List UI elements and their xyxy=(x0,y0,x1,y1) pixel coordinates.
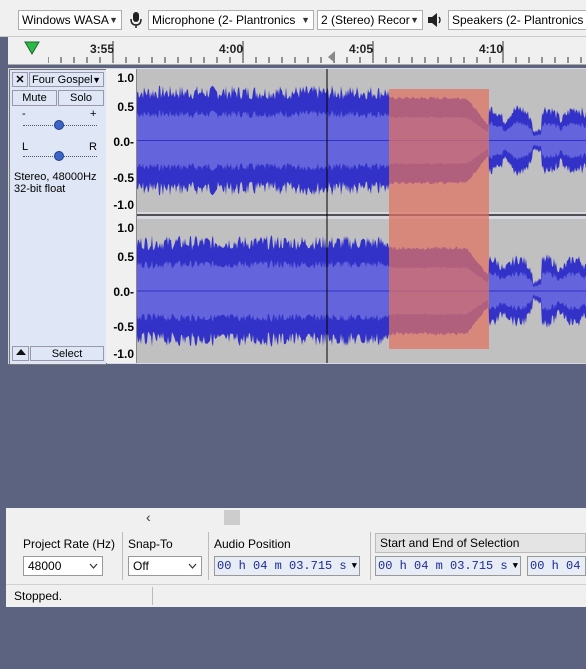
pan-right-label: R xyxy=(89,141,97,153)
scale-label: -1.0 xyxy=(113,347,134,361)
track-info-bitdepth: 32-bit float xyxy=(14,183,66,195)
scale-label: 1.0 xyxy=(117,71,134,85)
selection-start-field[interactable]: 00 h 04 m 03.715 s ▼ xyxy=(375,556,521,576)
waveform-display[interactable] xyxy=(137,69,586,363)
scale-label: 1.0 xyxy=(117,221,134,235)
chevron-down-icon: ▼ xyxy=(410,15,419,25)
snap-to-label: Snap-To xyxy=(128,537,173,551)
scale-label: -0.5 xyxy=(113,171,134,185)
audio-position-value: 00 h 04 m 03.715 s xyxy=(217,559,347,573)
scroll-left-icon[interactable]: ‹ xyxy=(146,509,151,525)
recording-device-value: Microphone (2- Plantronics xyxy=(152,13,296,27)
status-text: Stopped. xyxy=(14,589,63,603)
scale-label: 0.5 xyxy=(117,100,134,114)
scrollbar-thumb[interactable] xyxy=(224,510,240,525)
gain-minus-label: - xyxy=(22,108,26,120)
ruler-tick-label: 4:05 xyxy=(349,42,374,56)
select-track-button[interactable]: Select xyxy=(30,346,104,361)
toolbar-separator xyxy=(370,532,371,580)
snap-to-select[interactable]: Off xyxy=(128,556,202,576)
project-rate-label: Project Rate (Hz) xyxy=(23,537,116,551)
audio-position-field[interactable]: 00 h 04 m 03.715 s ▼ xyxy=(214,556,360,576)
snap-to-value: Off xyxy=(133,559,149,573)
ruler-tick-label: 4:10 xyxy=(479,42,504,56)
ruler-tick-label: 3:55 xyxy=(90,42,115,56)
recording-device-select[interactable]: Microphone (2- Plantronics ▼ xyxy=(148,10,314,30)
selection-region[interactable] xyxy=(389,89,489,349)
scale-label: 0.0- xyxy=(113,285,134,299)
triangle-up-icon xyxy=(15,349,26,355)
recording-channels-select[interactable]: 2 (Stereo) Recor ▼ xyxy=(317,10,423,30)
scale-label: -0.5 xyxy=(113,320,134,334)
mute-button[interactable]: Mute xyxy=(12,90,57,106)
track-control-panel: ✕ Four Gospel ▼ Mute Solo - + L R Stereo… xyxy=(9,69,107,365)
gain-slider-thumb[interactable] xyxy=(54,120,64,130)
cursor-marker-icon xyxy=(328,51,335,63)
speaker-icon xyxy=(428,13,441,27)
status-separator xyxy=(152,587,153,605)
timeline-ruler[interactable]: 3:55 4:00 4:05 4:10 xyxy=(8,37,586,65)
project-rate-value: 48000 xyxy=(28,559,62,573)
chevron-down-icon xyxy=(188,563,197,569)
selection-start-value: 00 h 04 m 03.715 s xyxy=(378,559,508,573)
track-info-format: Stereo, 48000Hz xyxy=(14,171,97,183)
toolbar-separator xyxy=(208,532,209,580)
chevron-down-icon: ▼ xyxy=(92,75,101,85)
audio-position-label: Audio Position xyxy=(214,537,291,551)
recording-channels-value: 2 (Stereo) Recor xyxy=(321,13,410,27)
play-head-icon[interactable] xyxy=(24,41,40,55)
toolbar-separator xyxy=(122,532,123,580)
pan-left-label: L xyxy=(22,141,29,153)
vertical-ruler: 1.0 0.5 0.0- -0.5 -1.0 1.0 0.5 0.0- -0.5… xyxy=(106,69,137,363)
chevron-down-icon: ▼ xyxy=(109,15,118,25)
horizontal-scrollbar[interactable]: ‹ xyxy=(6,508,586,528)
solo-button[interactable]: Solo xyxy=(58,90,104,106)
project-rate-select[interactable]: 48000 xyxy=(23,556,103,576)
scale-label: 0.0- xyxy=(113,135,134,149)
track-name-menu[interactable]: Four Gospel ▼ xyxy=(29,72,104,87)
audio-host-value: Windows WASA xyxy=(22,13,109,27)
selection-end-value: 00 h 04 xyxy=(530,559,581,573)
device-toolbar: Windows WASA ▼ Microphone (2- Plantronic… xyxy=(0,0,586,37)
chevron-down-icon: ▼ xyxy=(512,561,518,571)
pan-slider-thumb[interactable] xyxy=(54,151,64,161)
ruler-tick-label: 4:00 xyxy=(219,42,244,56)
scale-label: 0.5 xyxy=(117,250,134,264)
ruler-ticks xyxy=(48,41,582,63)
collapse-track-button[interactable] xyxy=(12,346,29,361)
chevron-down-icon: ▼ xyxy=(301,15,310,25)
status-bar: Stopped. xyxy=(6,584,586,607)
chevron-down-icon xyxy=(89,563,98,569)
selection-toolbar: Project Rate (Hz) 48000 Snap-To Off Audi… xyxy=(6,528,586,584)
playback-device-select[interactable]: Speakers (2- Plantronics C xyxy=(448,10,586,30)
microphone-icon xyxy=(130,12,142,28)
gain-plus-label: + xyxy=(90,108,97,120)
audio-host-select[interactable]: Windows WASA ▼ xyxy=(18,10,122,30)
selection-mode-select[interactable]: Start and End of Selection xyxy=(375,533,586,553)
track-name: Four Gospel xyxy=(32,74,93,86)
chevron-down-icon: ▼ xyxy=(351,561,357,571)
selection-mode-label: Start and End of Selection xyxy=(380,536,520,550)
scale-label: -1.0 xyxy=(113,198,134,212)
close-track-button[interactable]: ✕ xyxy=(12,72,28,87)
selection-end-field[interactable]: 00 h 04 xyxy=(527,556,586,576)
playback-device-value: Speakers (2- Plantronics C xyxy=(452,13,586,27)
